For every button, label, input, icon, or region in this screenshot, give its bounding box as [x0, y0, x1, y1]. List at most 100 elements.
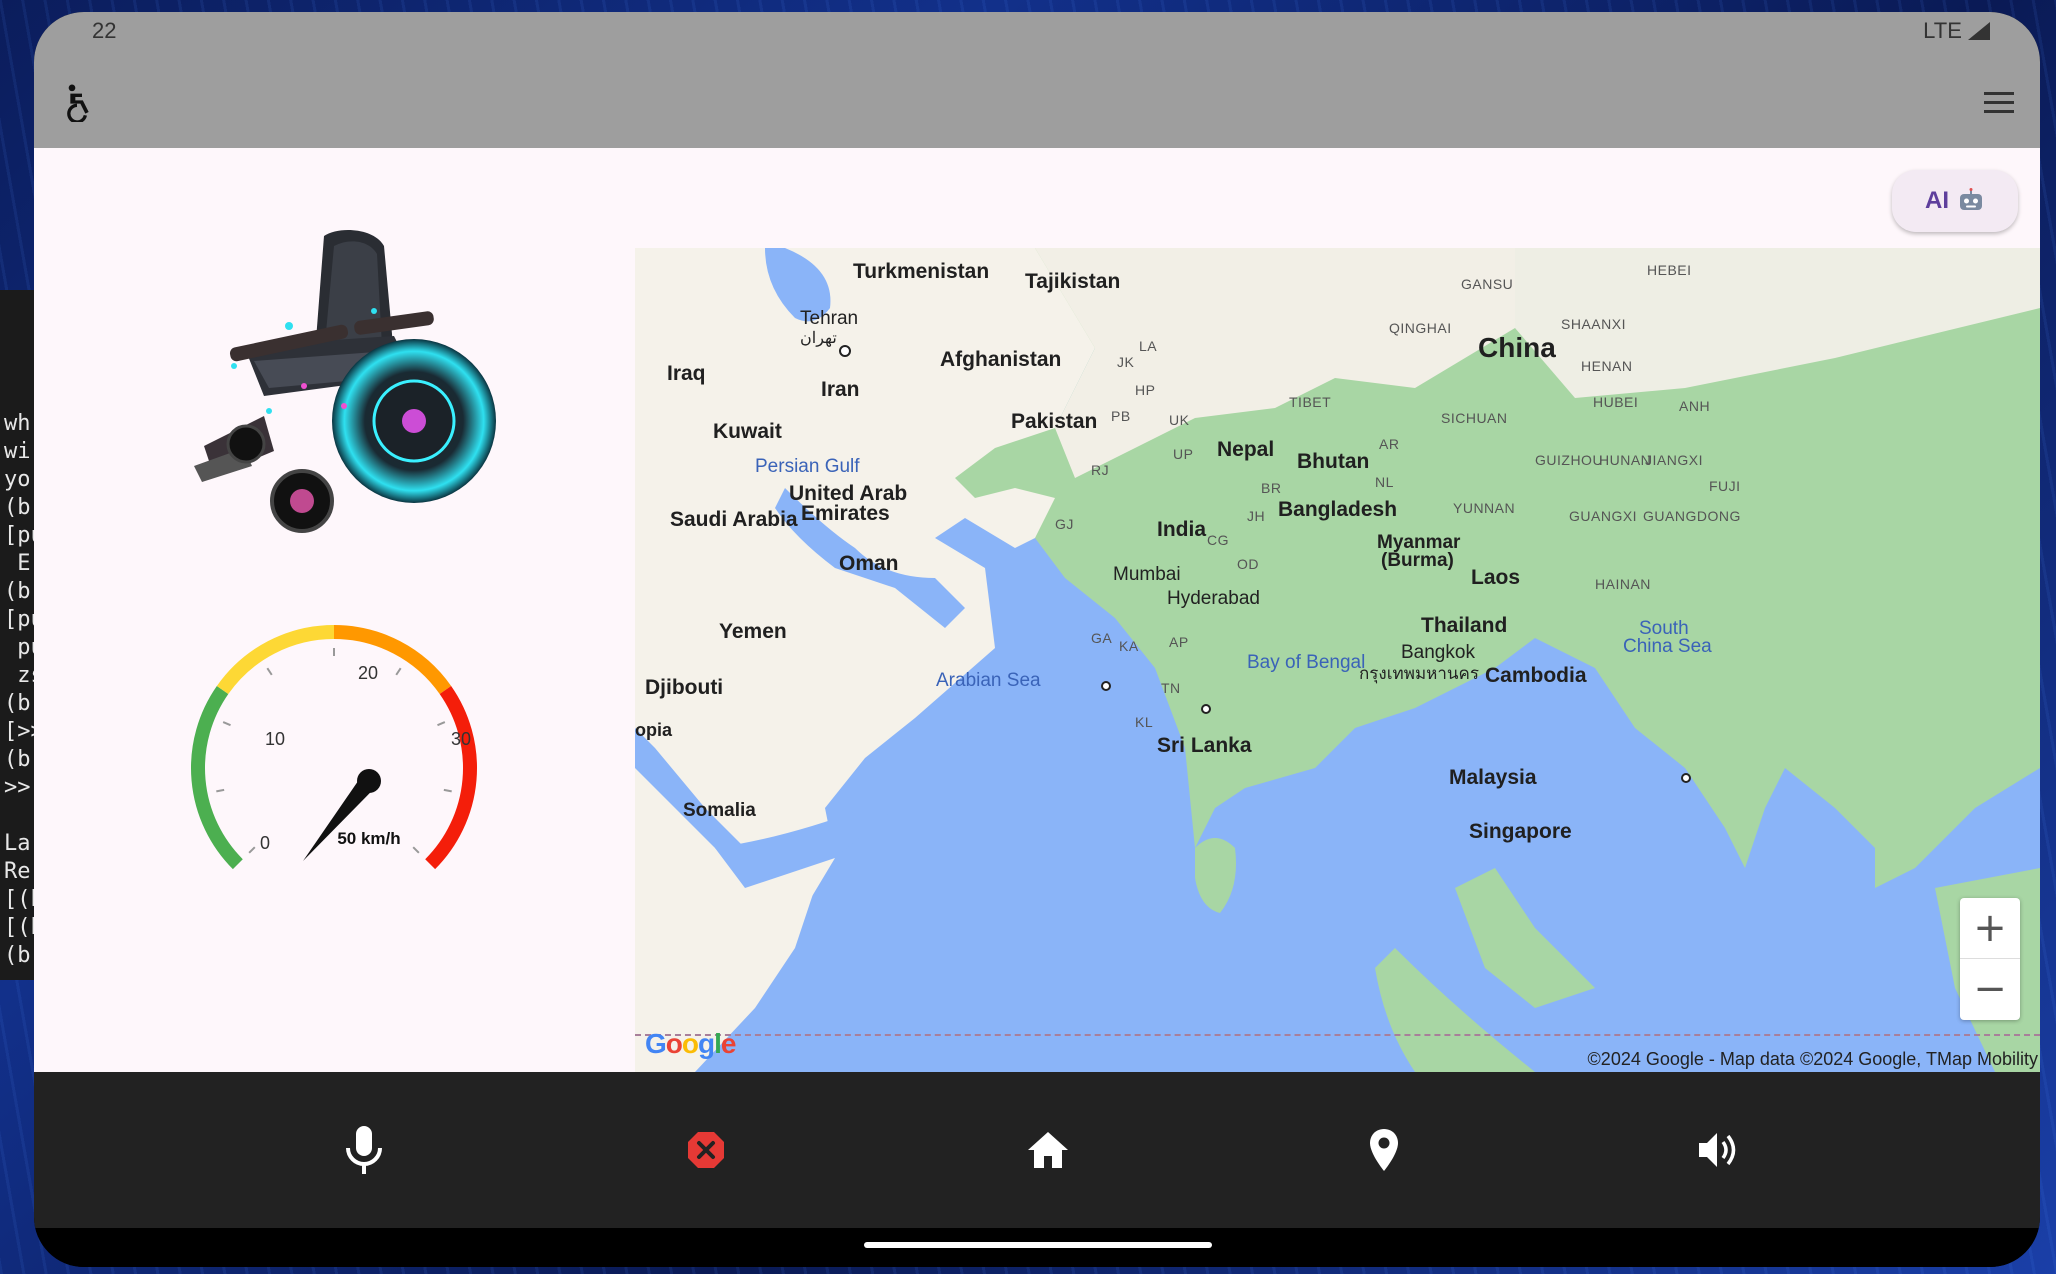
- label-uae-2: Emirates: [801, 502, 890, 525]
- label-tn: TN: [1161, 680, 1181, 696]
- wheelchair-icon[interactable]: [62, 82, 102, 122]
- network-type: LTE: [1923, 18, 1962, 43]
- google-logo: Google: [645, 1028, 736, 1059]
- city-marker-hyderabad: [1201, 704, 1211, 714]
- network-indicator: LTE: [1923, 18, 1990, 44]
- label-bhutan: Bhutan: [1297, 450, 1370, 473]
- map-attribution[interactable]: ©2024 Google - Map data ©2024 Google, TM…: [1586, 1047, 2040, 1072]
- label-hp: HP: [1135, 382, 1156, 398]
- ai-assistant-button[interactable]: AI: [1892, 170, 2018, 232]
- home-button[interactable]: [1018, 1120, 1078, 1180]
- label-fuji: FUJI: [1709, 478, 1741, 494]
- label-ethiopia: opia: [635, 720, 673, 740]
- label-bay-of-bengal: Bay of Bengal: [1247, 652, 1366, 673]
- label-hainan: HAINAN: [1595, 576, 1651, 592]
- volume-icon: [1699, 1133, 1736, 1167]
- label-sri-lanka: Sri Lanka: [1157, 734, 1252, 757]
- label-nl: NL: [1375, 474, 1394, 490]
- label-ar: AR: [1379, 436, 1400, 452]
- label-cg: CG: [1207, 532, 1229, 548]
- label-mumbai: Mumbai: [1113, 564, 1181, 585]
- bottom-navigation: [34, 1072, 2040, 1228]
- label-yemen: Yemen: [719, 620, 787, 643]
- location-button[interactable]: [1354, 1120, 1414, 1180]
- zoom-controls: + −: [1960, 898, 2020, 1020]
- gauge-tick-mark: [412, 846, 420, 854]
- label-hunan: HUNAN: [1599, 452, 1652, 468]
- label-tehran-fa: تهران: [800, 330, 837, 347]
- label-guangdong: GUANGDONG: [1643, 508, 1741, 524]
- home-gesture-handle[interactable]: [864, 1242, 1212, 1248]
- label-jiangxi: JIANGXI: [1645, 452, 1703, 468]
- label-afghanistan: Afghanistan: [940, 348, 1062, 371]
- tablet-screen: 22 LTE AI 0 10 20 30 50 km/h Turkmenista…: [34, 12, 2040, 1267]
- label-iran: Iran: [821, 378, 860, 401]
- gauge-arc-segment: [425, 685, 477, 870]
- label-anh: ANH: [1679, 398, 1711, 414]
- gauge-arc-segment: [333, 625, 452, 695]
- label-od: OD: [1237, 556, 1259, 572]
- label-india: India: [1157, 518, 1207, 541]
- gauge-arc-segment: [216, 625, 335, 695]
- label-tehran: Tehran: [800, 308, 859, 329]
- gesture-bar: [34, 1228, 2040, 1267]
- speedometer-gauge: 0 10 20 30 50 km/h: [191, 625, 477, 870]
- gauge-tick-mark: [266, 667, 273, 676]
- gauge-tick-mark: [443, 788, 452, 793]
- location-pin-icon: [1370, 1129, 1398, 1171]
- label-gansu: GANSU: [1461, 276, 1514, 292]
- status-time: 22: [92, 18, 117, 43]
- signal-icon: [1968, 22, 1990, 40]
- wheelchair-image: [194, 230, 496, 533]
- label-bangkok-th: กรุงเทพมหานคร: [1359, 664, 1480, 683]
- volume-button[interactable]: [1690, 1120, 1750, 1180]
- label-rj: RJ: [1091, 462, 1110, 478]
- gauge-tick-mark: [437, 721, 446, 727]
- microphone-icon: [346, 1126, 382, 1174]
- gauge-tick-20: 20: [358, 663, 378, 683]
- label-thailand: Thailand: [1421, 614, 1508, 637]
- city-marker-mumbai: [1101, 681, 1111, 691]
- label-guangxi: GUANGXI: [1569, 508, 1638, 524]
- label-cambodia: Cambodia: [1485, 664, 1587, 687]
- label-pakistan: Pakistan: [1011, 410, 1098, 433]
- label-tajikistan: Tajikistan: [1025, 270, 1121, 293]
- gauge-tick-0: 0: [260, 833, 270, 853]
- map-route-line: [635, 1034, 2040, 1036]
- label-gj: GJ: [1055, 516, 1074, 532]
- status-bar: 22 LTE: [34, 12, 2040, 62]
- label-sichuan: SICHUAN: [1441, 410, 1508, 426]
- gauge-tick-mark: [248, 846, 256, 854]
- label-uk: UK: [1169, 412, 1190, 428]
- map-view[interactable]: Turkmenistan Tajikistan Tehran تهران Ira…: [635, 248, 2040, 1072]
- label-turkmenistan: Turkmenistan: [853, 260, 990, 283]
- gauge-needle-hub: [357, 769, 381, 793]
- label-malaysia: Malaysia: [1449, 766, 1537, 789]
- label-tibet: TIBET: [1289, 394, 1332, 410]
- label-shaanxi: SHAANXI: [1561, 316, 1626, 332]
- label-iraq: Iraq: [667, 362, 706, 385]
- home-icon: [1028, 1132, 1068, 1168]
- main-content: AI 0 10 20 30 50 km/h Turkmenistan Tajik…: [34, 148, 2040, 1072]
- gauge-tick-mark: [395, 667, 402, 676]
- hamburger-menu-icon[interactable]: [1982, 88, 2016, 118]
- robot-icon: [1960, 188, 1982, 210]
- label-oman: Oman: [839, 552, 899, 575]
- label-myanmar-2: (Burma): [1381, 550, 1454, 571]
- ai-label: AI: [1925, 187, 1949, 214]
- city-marker-tehran: [839, 345, 851, 357]
- zoom-in-button[interactable]: +: [1960, 898, 2020, 959]
- label-hyderabad: Hyderabad: [1167, 588, 1260, 609]
- label-china: China: [1478, 332, 1556, 363]
- label-yunnan: YUNNAN: [1453, 500, 1516, 516]
- label-ga: GA: [1091, 630, 1113, 646]
- zoom-out-button[interactable]: −: [1960, 959, 2020, 1019]
- label-ka: KA: [1119, 638, 1139, 654]
- label-qinghai: QINGHAI: [1389, 320, 1452, 336]
- microphone-button[interactable]: [334, 1120, 394, 1180]
- label-arabian-sea: Arabian Sea: [936, 670, 1041, 691]
- label-kl: KL: [1135, 714, 1154, 730]
- gauge-tick-10: 10: [265, 729, 285, 749]
- label-jk: JK: [1117, 354, 1135, 370]
- cancel-button[interactable]: [676, 1120, 736, 1180]
